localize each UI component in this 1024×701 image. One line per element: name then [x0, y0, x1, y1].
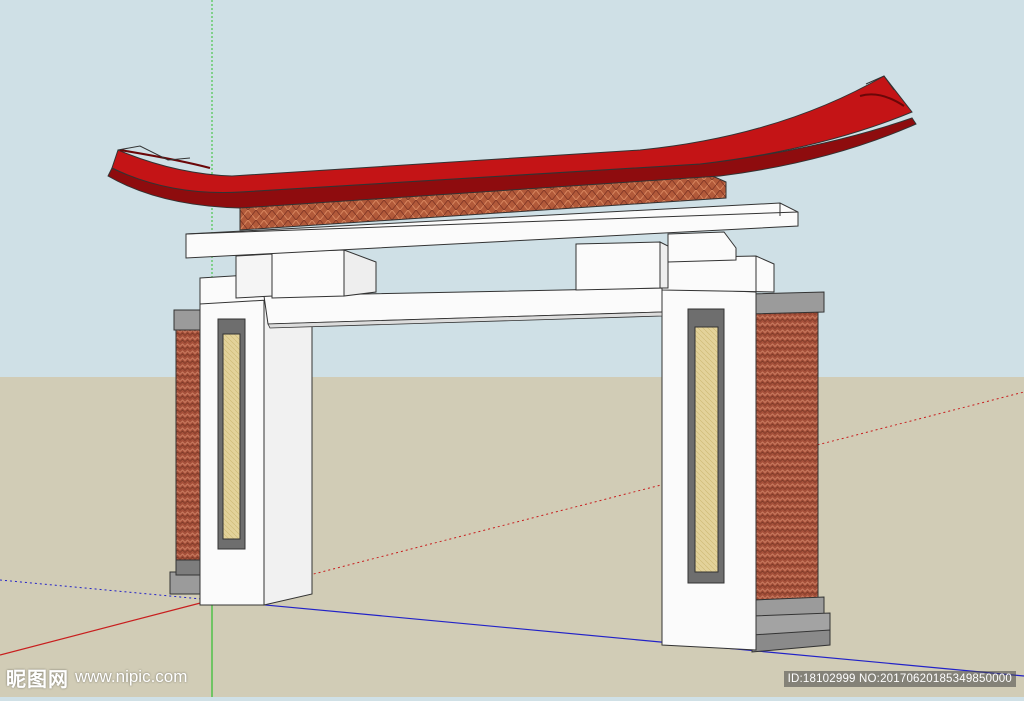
- right-pillar[interactable]: [661, 255, 831, 653]
- nipic-logo: 昵图网: [6, 666, 69, 691]
- image-id-label: ID:18102999 NO:20170620185349850000: [783, 671, 1016, 687]
- scene-canvas: [0, 0, 1024, 697]
- watermark-left: 昵图网 www.nipic.com: [6, 665, 188, 691]
- nipic-site-text: www.nipic.com: [75, 667, 188, 686]
- ground: [0, 377, 1024, 697]
- model-viewport[interactable]: 昵图网 www.nipic.com ID:18102999 NO:2017062…: [0, 0, 1024, 697]
